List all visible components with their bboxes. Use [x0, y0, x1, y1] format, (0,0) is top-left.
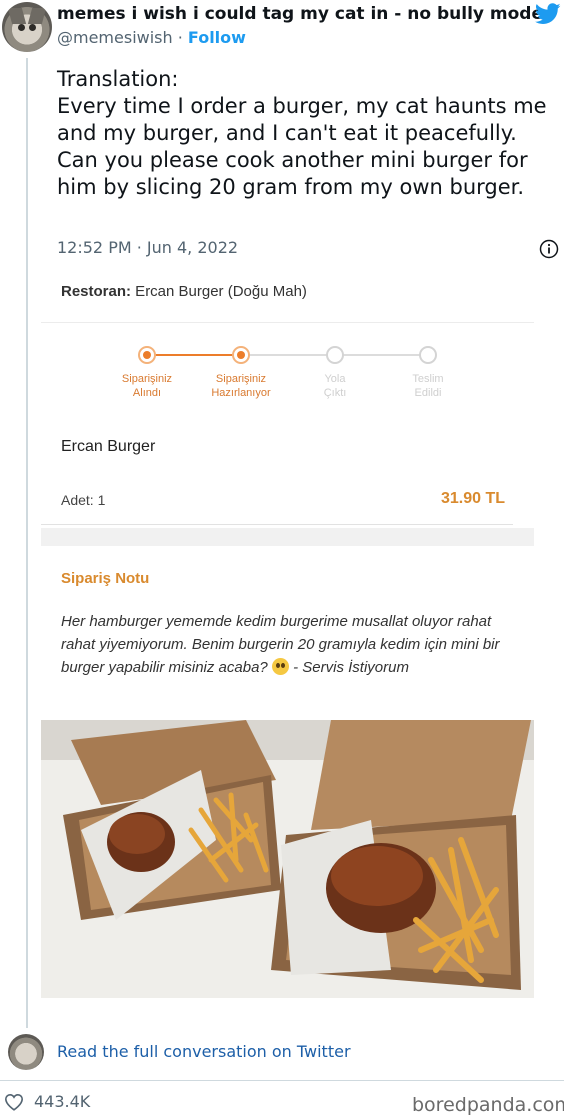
step-label-delivered: Teslim Edildi [412, 373, 444, 399]
avatar-small[interactable] [8, 1034, 44, 1070]
display-name[interactable]: memes i wish i could tag my cat in - no … [57, 4, 543, 24]
handle-row: @memesiwish · Follow [57, 28, 246, 47]
step-label-preparing: Siparişiniz Hazırlanıyor [211, 373, 271, 399]
read-conversation-link[interactable]: Read the full conversation on Twitter [57, 1042, 351, 1061]
step-label-received: Siparişiniz Alındı [121, 373, 173, 399]
step-dot-received [138, 346, 156, 364]
restaurant-line: Restoran: Ercan Burger (Doğu Mah) [61, 283, 307, 300]
progress-line-done [147, 354, 241, 356]
divider [0, 1080, 564, 1081]
divider [41, 524, 513, 525]
thread-line [26, 58, 28, 1028]
order-note-tail: - Servis İstiyorum [288, 659, 409, 676]
tweet-text: Translation: Every time I order a burger… [57, 67, 547, 199]
burger-boxes-photo[interactable] [41, 720, 534, 998]
twitter-bird-icon[interactable] [535, 3, 561, 25]
follow-button[interactable]: Follow [188, 28, 246, 47]
pleading-face-emoji-icon [271, 658, 289, 675]
order-note-title: Sipariş Notu [61, 570, 150, 587]
item-price: 31.90 TL [441, 490, 506, 507]
info-icon[interactable] [539, 239, 559, 259]
handle[interactable]: @memesiwish [57, 28, 173, 47]
step-dot-preparing [232, 346, 250, 364]
section-gap [41, 528, 534, 546]
watermark: boredpanda.com [412, 1094, 564, 1116]
heart-icon[interactable] [4, 1093, 24, 1111]
divider [41, 322, 534, 323]
avatar[interactable] [2, 2, 52, 52]
order-screenshot: Restoran: Ercan Burger (Doğu Mah) Sipari… [41, 268, 534, 998]
restaurant-value: Ercan Burger (Doğu Mah) [131, 283, 307, 300]
handle-separator: · [172, 28, 188, 47]
step-dot-delivered [419, 346, 437, 364]
cat-eye [18, 24, 25, 31]
like-count: 443.4K [34, 1092, 91, 1111]
cat-ear [7, 8, 27, 24]
order-note-text: Her hamburger yememde kedim burgerime mu… [61, 610, 501, 679]
tweet-timestamp[interactable]: 12:52 PM · Jun 4, 2022 [57, 238, 238, 257]
step-dot-on-the-way [326, 346, 344, 364]
cat-eye [29, 24, 36, 31]
cat-ear [27, 8, 47, 24]
item-quantity: Adet: 1 [61, 492, 106, 508]
item-name: Ercan Burger [61, 438, 156, 455]
step-label-on-the-way: Yola Çıktı [323, 373, 347, 399]
restaurant-label: Restoran: [61, 283, 132, 300]
